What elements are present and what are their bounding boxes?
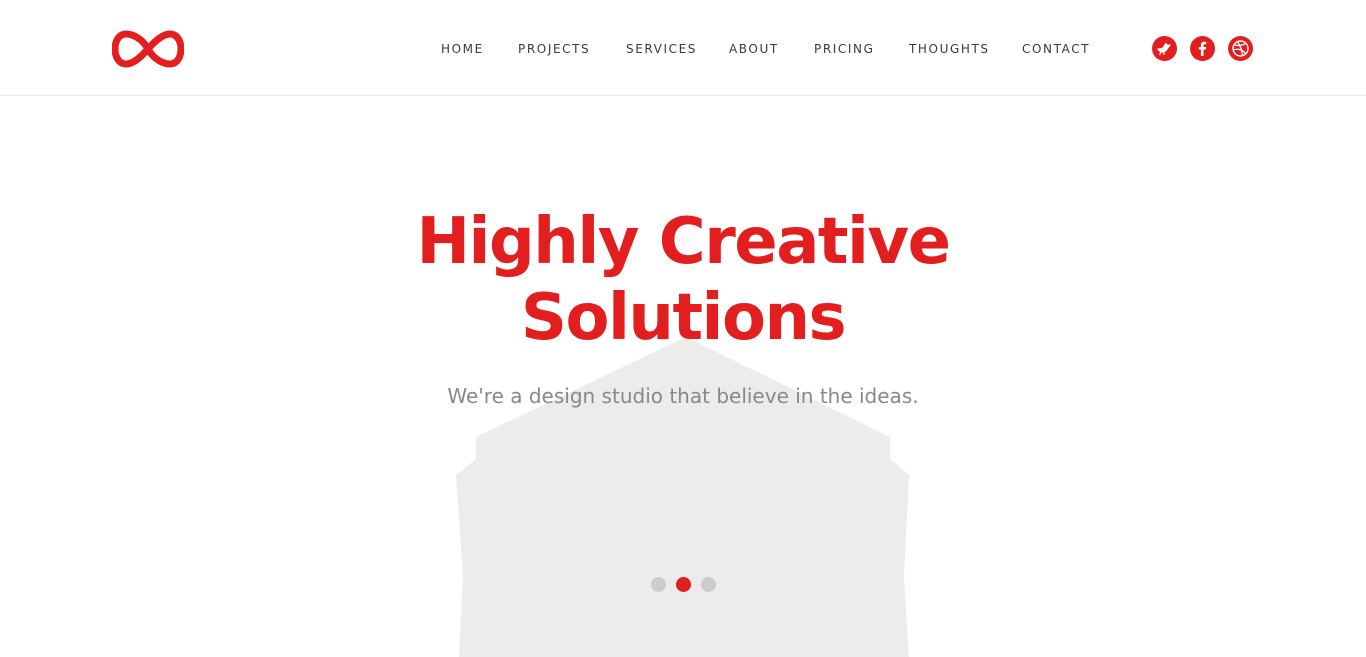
nav-about[interactable]: ABOUT	[729, 41, 779, 57]
hero-title-line-2: Solutions	[520, 281, 847, 355]
twitter-bird-icon[interactable]	[1152, 36, 1177, 61]
hero-title-line-1: Highly Creative	[416, 205, 951, 279]
hero-section: Highly Creative Solutions We're a design…	[0, 97, 1366, 657]
nav-services[interactable]: SERVICES	[626, 41, 697, 57]
slider-pagination	[650, 577, 720, 593]
nav-home[interactable]: HOME	[441, 41, 484, 57]
site-header: HOME PROJECTS SERVICES ABOUT PRICING THO…	[0, 0, 1366, 96]
hero-subtitle: We're a design studio that believe in th…	[447, 384, 919, 408]
slider-dot-1[interactable]	[651, 577, 666, 592]
nav-contact[interactable]: CONTACT	[1022, 41, 1090, 57]
slider-dot-2[interactable]	[676, 577, 691, 592]
slider-dot-3[interactable]	[701, 577, 716, 592]
facebook-icon[interactable]	[1190, 36, 1215, 61]
nav-thoughts[interactable]: THOUGHTS	[909, 41, 990, 57]
nav-pricing[interactable]: PRICING	[814, 41, 875, 57]
house-silhouette-graphic	[456, 337, 909, 657]
nav-projects[interactable]: PROJECTS	[518, 41, 590, 57]
dribbble-icon[interactable]	[1228, 36, 1253, 61]
